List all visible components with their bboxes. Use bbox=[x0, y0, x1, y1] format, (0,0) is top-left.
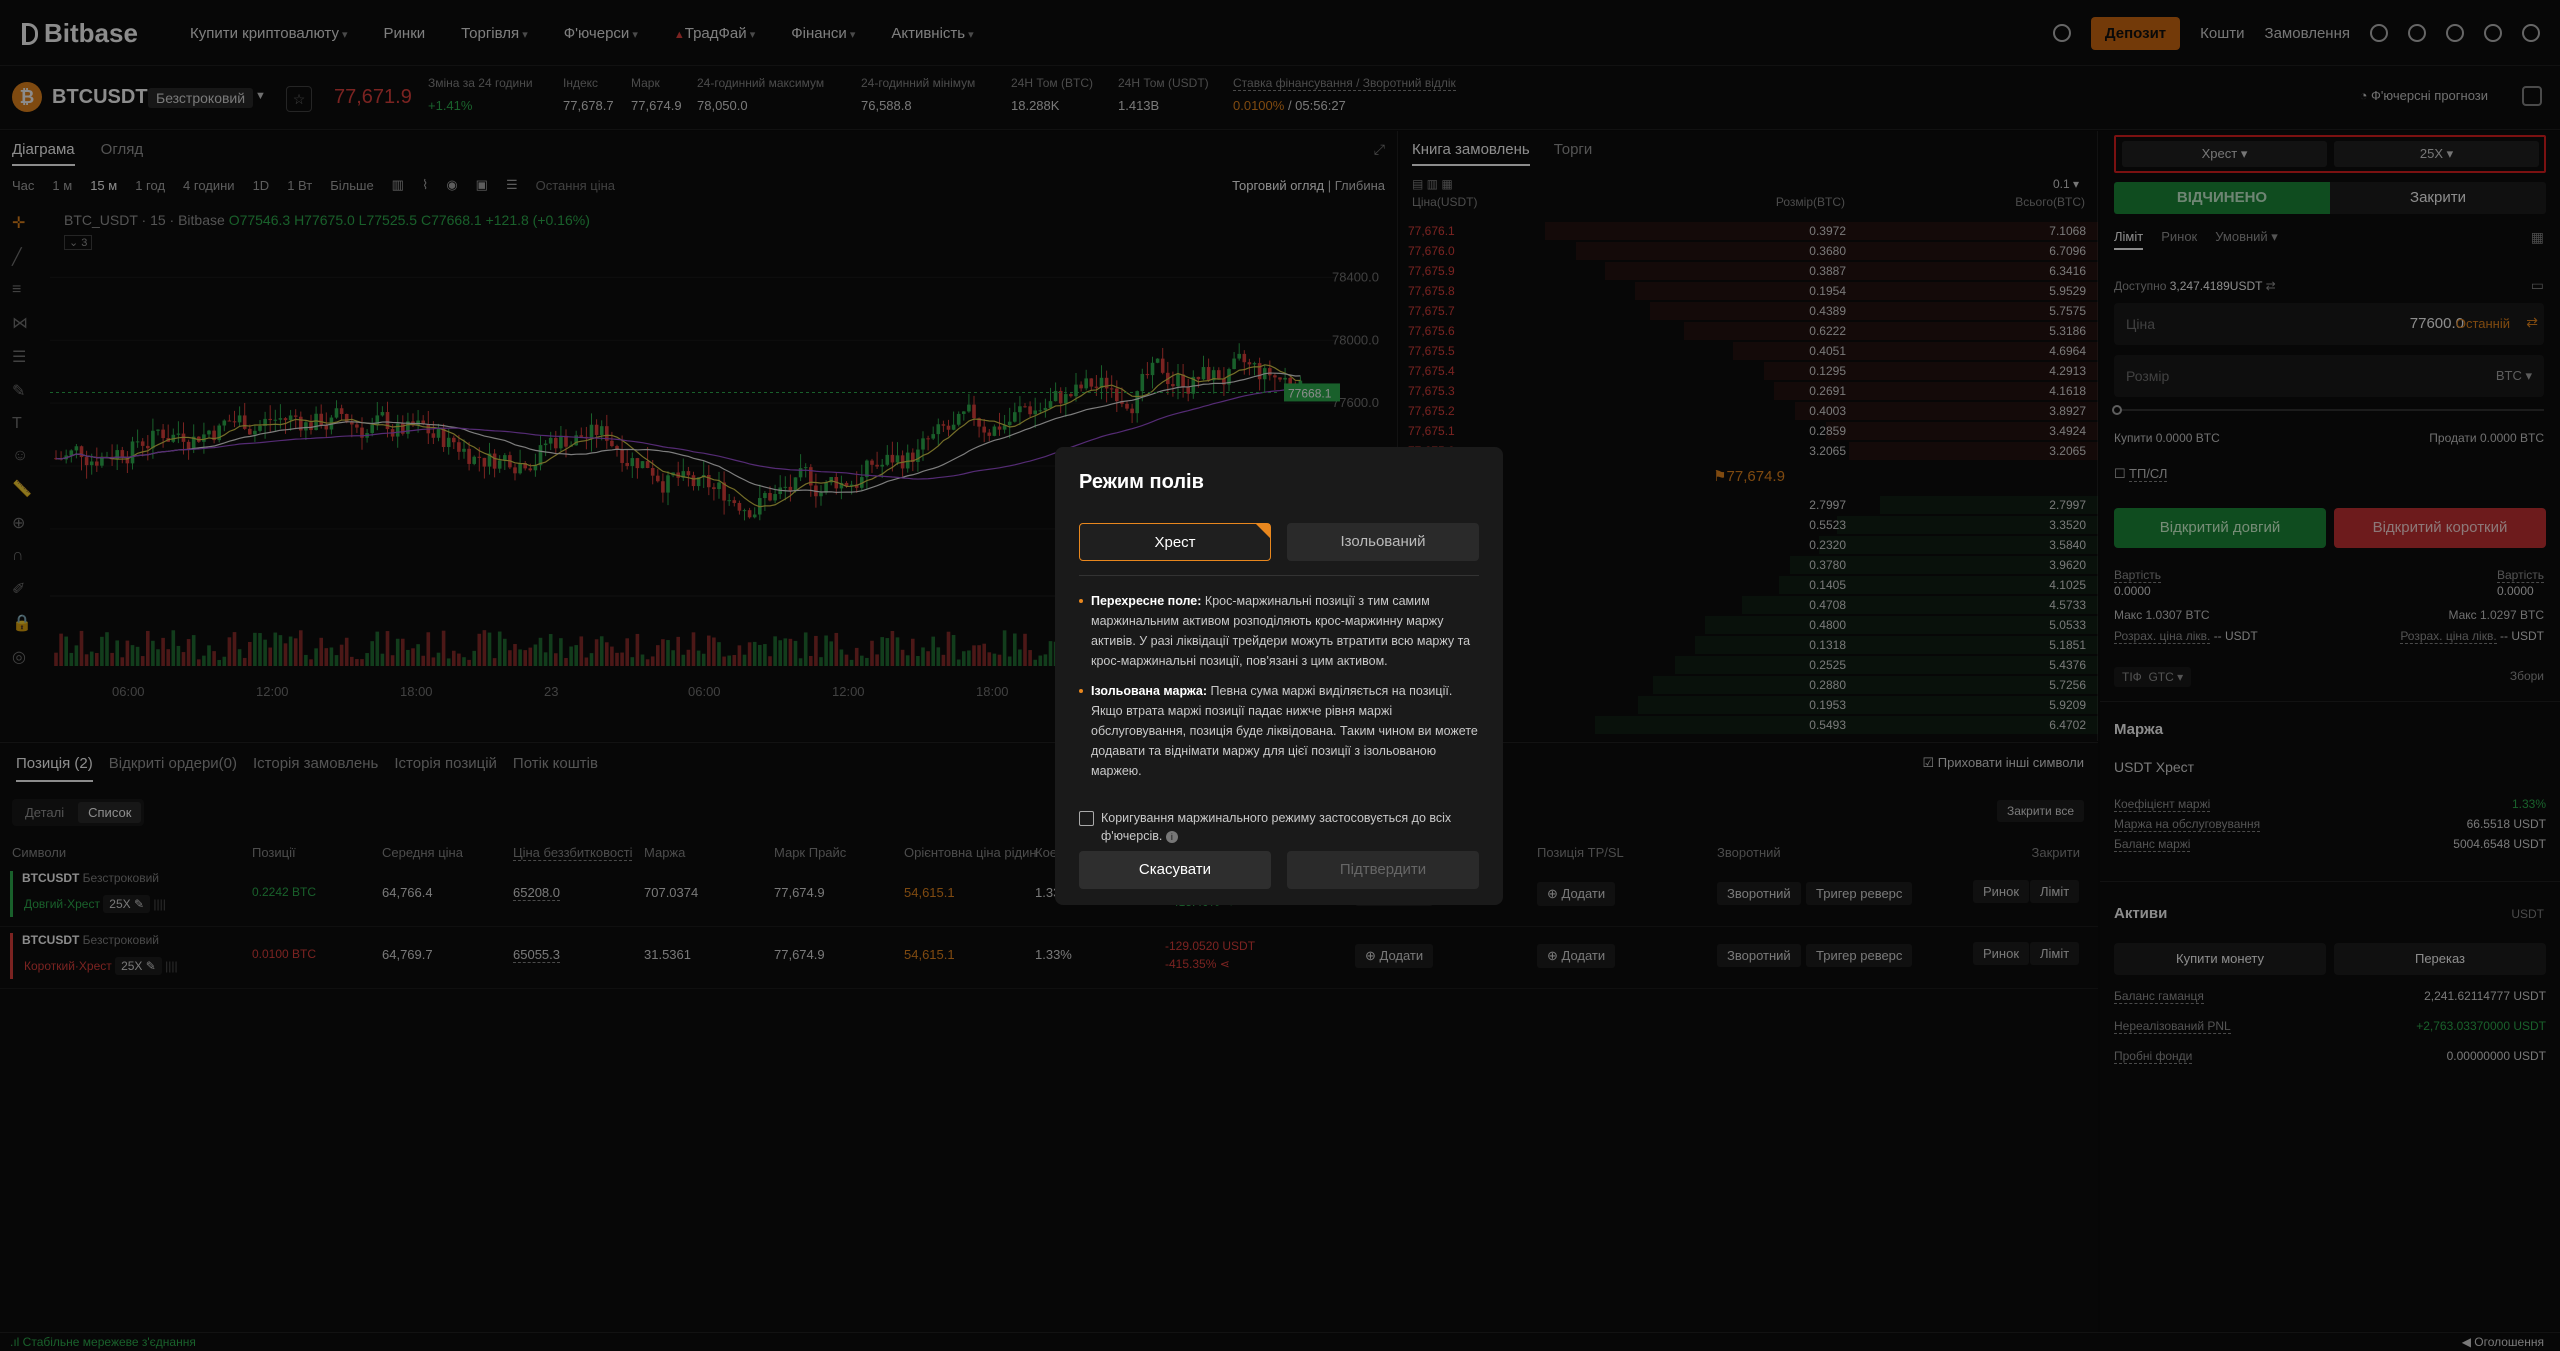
info-icon[interactable]: i bbox=[1165, 831, 1178, 843]
cancel-button[interactable]: Скасувати bbox=[1079, 851, 1271, 889]
cross-option[interactable]: Хрест bbox=[1079, 523, 1271, 561]
apply-all-checkbox[interactable]: Коригування маржинального режиму застосо… bbox=[1079, 809, 1479, 845]
margin-mode-modal: Режим полів Хрест Ізольований Перехресне… bbox=[1055, 447, 1503, 905]
selected-corner-icon bbox=[1256, 524, 1270, 538]
cross-description: Перехресне поле: Крос-маржинальні позиці… bbox=[1079, 591, 1479, 671]
isolated-option[interactable]: Ізольований bbox=[1287, 523, 1479, 561]
confirm-button[interactable]: Підтвердити bbox=[1287, 851, 1479, 889]
modal-title: Режим полів bbox=[1079, 471, 1204, 493]
isolated-description: Ізольована маржа: Певна сума маржі виділ… bbox=[1079, 681, 1479, 781]
